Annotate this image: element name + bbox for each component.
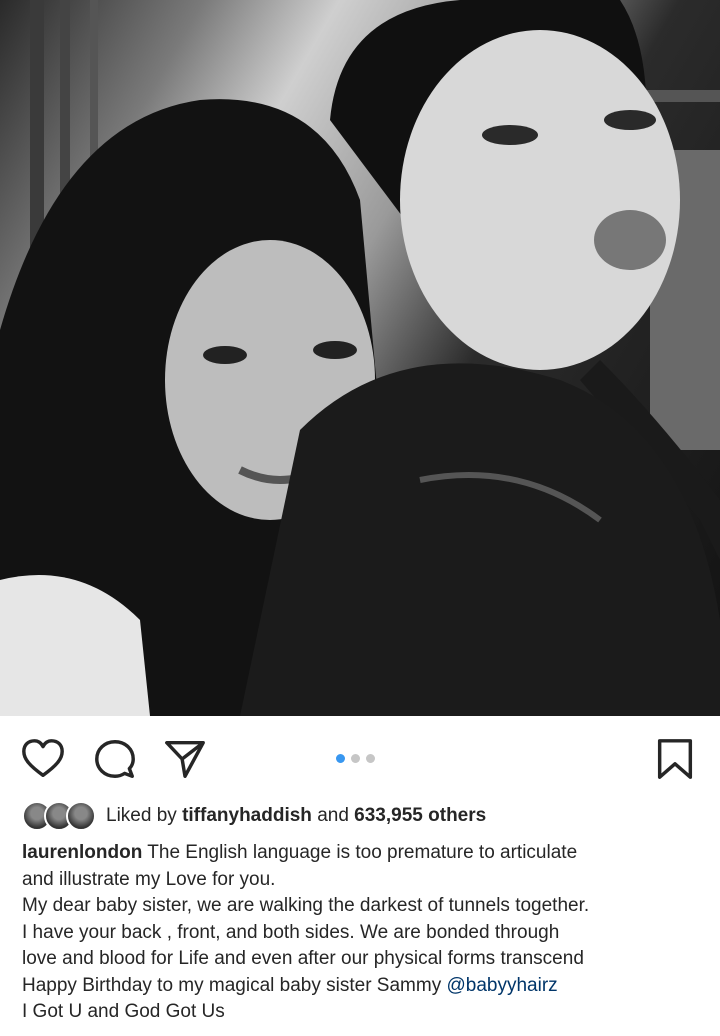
carousel-dot-active <box>336 754 345 763</box>
caption-line: love and blood for Life and even after o… <box>22 948 584 969</box>
caption-line: Happy Birthday to my magical baby sister… <box>22 974 442 996</box>
comment-icon[interactable] <box>92 736 138 782</box>
likes-summary[interactable]: Liked by tiffanyhaddish and 633,955 othe… <box>22 800 486 832</box>
caption-line: The English language is too premature to… <box>147 842 578 863</box>
heart-icon[interactable] <box>20 736 66 782</box>
bookmark-icon[interactable] <box>652 736 698 782</box>
likes-count[interactable]: 633,955 others <box>354 805 486 827</box>
photo-illustration <box>0 0 720 716</box>
carousel-indicator[interactable] <box>336 754 375 763</box>
avatar[interactable] <box>66 801 96 831</box>
caption-line: and illustrate my Love for you. <box>22 868 276 890</box>
caption-line: I have your back , front, and both sides… <box>22 921 560 943</box>
liker-avatars[interactable] <box>22 801 96 831</box>
caption-mention-link[interactable]: @babyyhairz <box>447 975 558 996</box>
carousel-dot <box>366 754 375 763</box>
likes-prefix: Liked by <box>106 805 177 826</box>
carousel-dot <box>351 754 360 763</box>
post-photo[interactable] <box>0 0 720 716</box>
caption-line: I Got U and God Got Us <box>22 1001 225 1022</box>
post-caption: laurenlondon The English language is too… <box>22 840 702 1026</box>
liker-username[interactable]: tiffanyhaddish <box>182 805 312 827</box>
likes-conjunction: and <box>317 805 349 826</box>
send-icon[interactable] <box>162 736 208 782</box>
caption-line: My dear baby sister, we are walking the … <box>22 895 590 916</box>
caption-username[interactable]: laurenlondon <box>22 842 142 863</box>
